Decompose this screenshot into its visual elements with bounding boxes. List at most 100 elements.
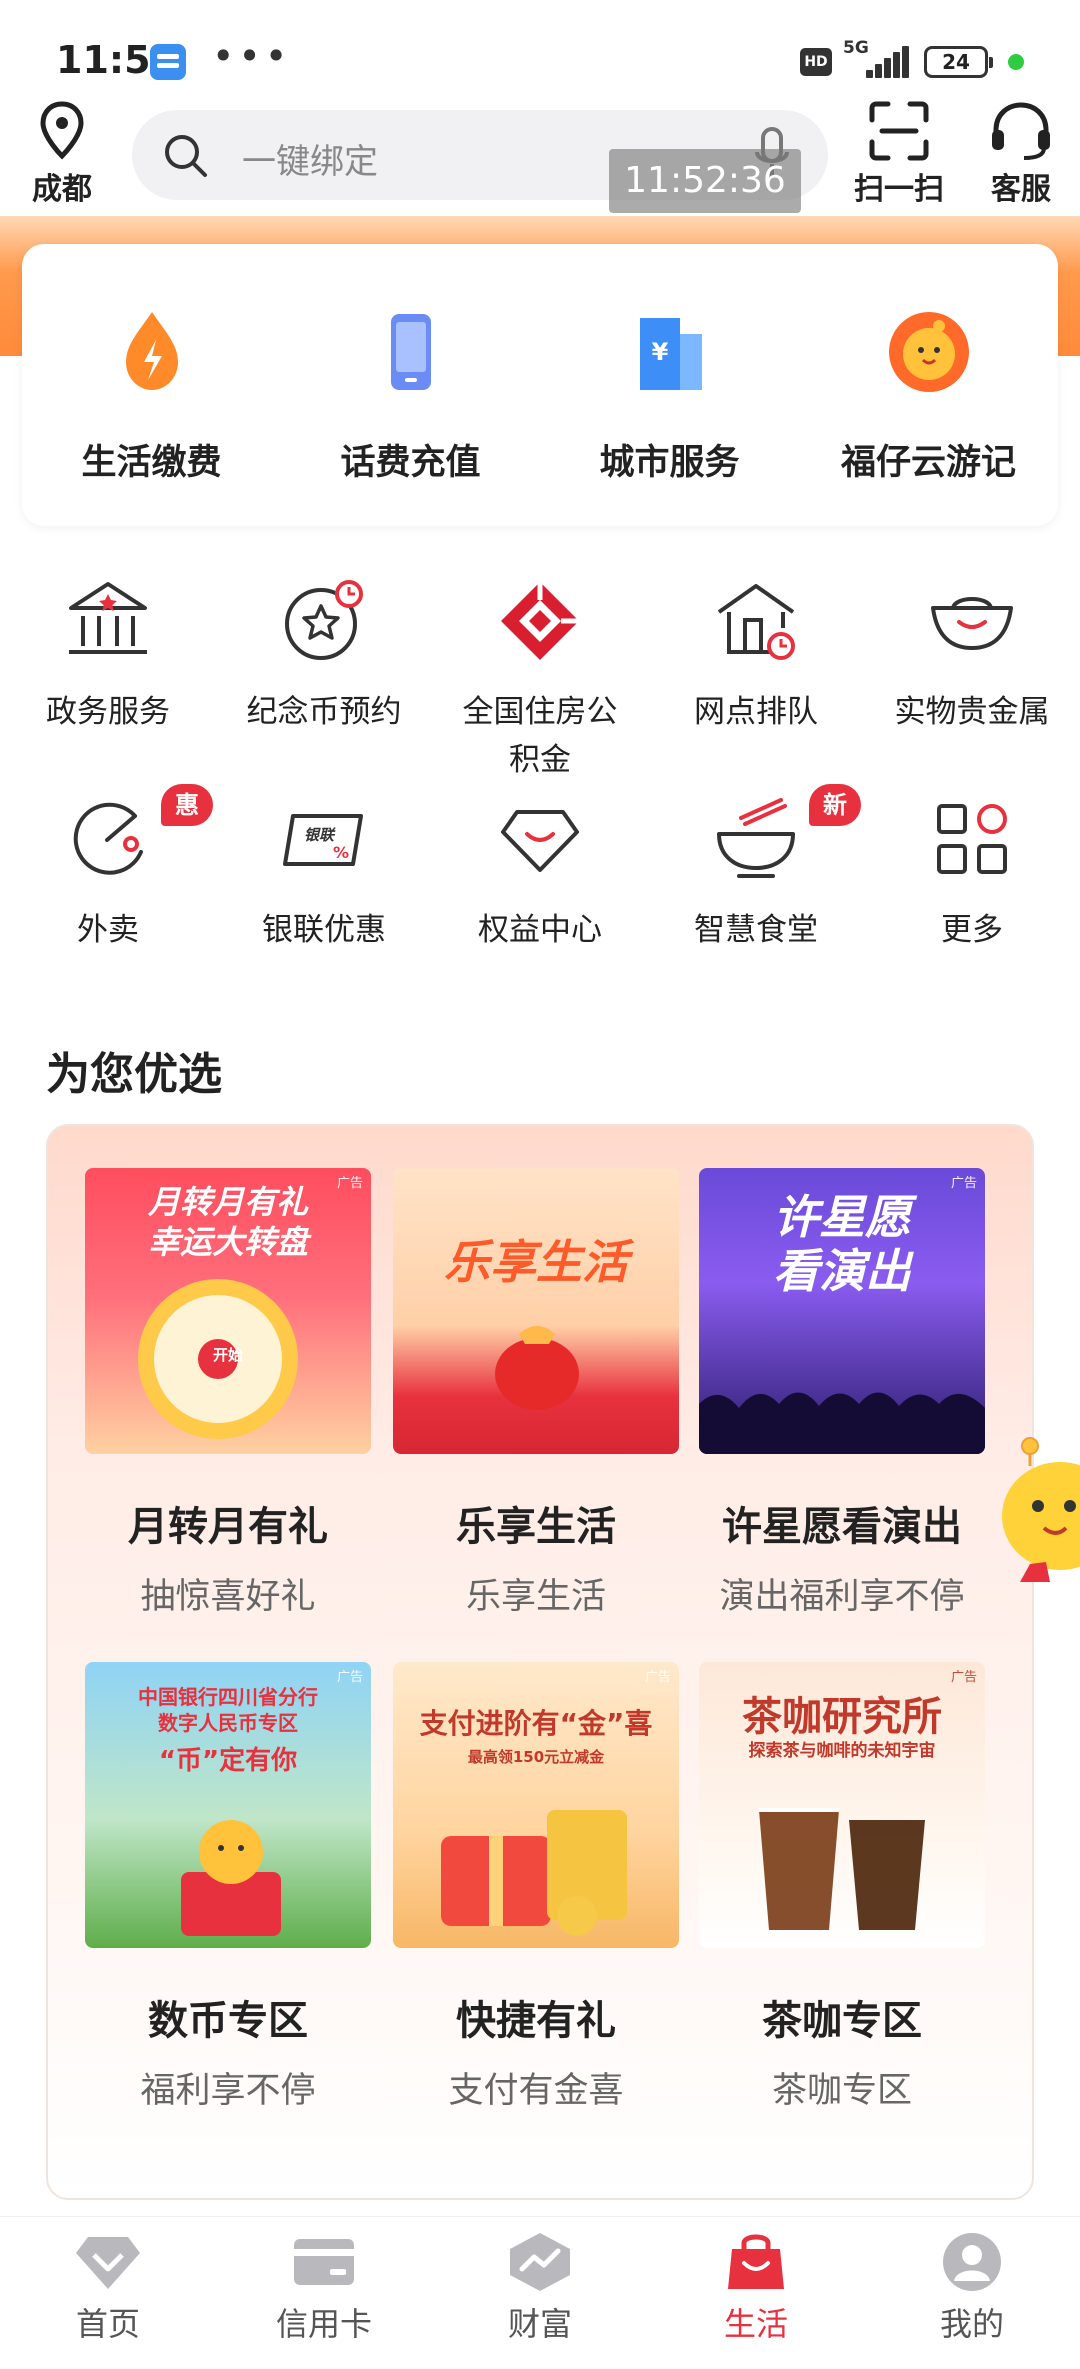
quick-service-utility-payment[interactable]: 生活缴费 xyxy=(22,304,281,485)
promo-title: 快捷有礼 xyxy=(456,1998,616,2044)
promo-image: 广告 月转月有礼 幸运大转盘 开始 xyxy=(85,1168,371,1454)
mascot-icon xyxy=(888,312,969,392)
promo-image: 广告 中国银行四川省分行 数字人民币专区 “币”定有你 xyxy=(85,1662,371,1948)
mascot-gift-icon xyxy=(181,1820,281,1936)
grid-icon xyxy=(937,804,1007,874)
customer-service-label: 客服 xyxy=(991,172,1051,207)
more-notifications-icon: ••• xyxy=(212,34,292,78)
diamond-icon xyxy=(501,810,579,872)
service-label: 银联优惠 xyxy=(262,912,386,948)
lucky-bag-icon xyxy=(495,1326,579,1410)
service-label: 实物贵金属 xyxy=(894,694,1050,730)
promo-subtitle: 茶咖专区 xyxy=(771,2071,912,2111)
user-avatar-icon xyxy=(943,2233,1001,2291)
scan-icon xyxy=(869,101,929,161)
service-government[interactable]: 政务服务 xyxy=(0,576,216,736)
building-icon: ¥ xyxy=(639,318,702,390)
service-more[interactable]: 更多 xyxy=(864,794,1080,954)
phone-icon xyxy=(390,314,431,390)
diamond-home-icon xyxy=(76,2237,140,2289)
quick-service-mascot-tour[interactable]: 福仔云游记 xyxy=(799,304,1058,485)
status-bar: 11:52 ••• HD 5G 24 xyxy=(0,0,1080,110)
service-label: 全国住房公积金 xyxy=(462,694,618,778)
wealth-chart-icon xyxy=(510,2233,570,2291)
service-takeout[interactable]: 惠 外卖 xyxy=(0,784,216,954)
service-benefits-center[interactable]: 权益中心 xyxy=(432,794,648,954)
promo-image: 广告 许星愿 看演出 xyxy=(699,1168,985,1454)
promo-card: 广告 月转月有礼 幸运大转盘 开始 月转月有礼 抽惊喜好礼 乐享生活 乐享生活 … xyxy=(46,1124,1034,2200)
quick-service-phone-recharge[interactable]: 话费充值 xyxy=(281,304,540,485)
svg-text:银联: 银联 xyxy=(304,826,336,844)
location-pin-icon xyxy=(40,101,84,160)
nav-credit-card[interactable]: 信用卡 xyxy=(216,2231,432,2345)
bottom-nav: 首页 信用卡 财富 生活 我的 xyxy=(0,2216,1080,2369)
service-housing-fund[interactable]: 全国住房公积金 xyxy=(432,576,648,784)
promo-image: 乐享生活 xyxy=(393,1168,679,1454)
nav-label: 我的 xyxy=(939,2305,1004,2343)
section-title: 为您优选 xyxy=(46,1049,222,1100)
service-precious-metals[interactable]: 实物贵金属 xyxy=(864,576,1080,736)
shopping-bag-icon xyxy=(728,2234,784,2289)
promo-title: 月转月有礼 xyxy=(128,1504,328,1550)
discount-badge: 惠 xyxy=(161,784,213,826)
nav-mine[interactable]: 我的 xyxy=(864,2231,1080,2345)
hd-icon: HD xyxy=(800,48,832,76)
quick-service-label: 话费充值 xyxy=(340,443,481,483)
service-coin-reservation[interactable]: 纪念币预约 xyxy=(216,576,432,736)
bowl-icon xyxy=(717,798,795,878)
promo-concert[interactable]: 广告 许星愿 看演出 许星愿看演出 演出福利享不停 xyxy=(692,1168,992,1619)
service-label: 外卖 xyxy=(77,912,139,948)
promo-tea-coffee[interactable]: 广告 茶咖研究所 探索茶与咖啡的未知宇宙 茶咖专区 茶咖专区 xyxy=(692,1662,992,2113)
promo-title: 许星愿看演出 xyxy=(722,1504,962,1550)
promo-enjoy-life[interactable]: 乐享生活 乐享生活 乐享生活 xyxy=(386,1168,686,1619)
promo-image: 广告 茶咖研究所 探索茶与咖啡的未知宇宙 xyxy=(699,1662,985,1948)
promo-subtitle: 支付有金喜 xyxy=(448,2071,624,2111)
promo-title: 茶咖专区 xyxy=(762,1998,922,2044)
headset-icon xyxy=(992,102,1050,160)
promo-digital-currency[interactable]: 广告 中国银行四川省分行 数字人民币专区 “币”定有你 数币专区 福利享不停 xyxy=(78,1662,378,2113)
promo-subtitle: 福利享不停 xyxy=(140,2071,316,2111)
nav-wealth[interactable]: 财富 xyxy=(432,2231,648,2345)
unionpay-card-icon: 银联 % xyxy=(283,814,363,866)
crowd-silhouette-icon xyxy=(699,1392,985,1454)
customer-service-button[interactable]: 客服 xyxy=(966,100,1076,208)
takeout-icon xyxy=(73,802,143,875)
search-icon xyxy=(165,135,207,177)
nav-home[interactable]: 首页 xyxy=(0,2231,216,2345)
quick-service-city-services[interactable]: ¥ 城市服务 xyxy=(540,304,799,485)
search-input[interactable]: 一键绑定 xyxy=(242,134,378,183)
signal-icon xyxy=(866,46,912,78)
gold-ingot-icon xyxy=(931,597,1013,650)
floating-mascot-icon[interactable] xyxy=(1000,1436,1080,1586)
scan-button[interactable]: 扫一扫 xyxy=(844,100,954,208)
quick-service-label: 生活缴费 xyxy=(81,443,222,483)
service-label: 纪念币预约 xyxy=(246,694,402,730)
flame-drop-icon xyxy=(125,312,178,390)
header: 成都 一键绑定 扫一扫 客服 xyxy=(0,100,1080,220)
coin-clock-icon xyxy=(285,580,363,660)
promo-title: 乐享生活 xyxy=(456,1504,616,1550)
service-label: 更多 xyxy=(941,912,1003,948)
svg-text:%: % xyxy=(333,843,349,862)
promo-monthly-gift[interactable]: 广告 月转月有礼 幸运大转盘 开始 月转月有礼 抽惊喜好礼 xyxy=(78,1168,378,1619)
quick-service-label: 福仔云游记 xyxy=(840,443,1016,483)
promo-subtitle: 演出福利享不停 xyxy=(719,1577,965,1617)
service-branch-queue[interactable]: 网点排队 xyxy=(648,576,864,736)
service-label: 政务服务 xyxy=(46,694,170,730)
promo-title: 数币专区 xyxy=(148,1998,308,2044)
scan-label: 扫一扫 xyxy=(854,172,944,207)
nav-label: 信用卡 xyxy=(275,2305,372,2343)
housing-fund-icon xyxy=(501,582,579,660)
iced-coffee-icon xyxy=(759,1808,925,1930)
service-label: 智慧食堂 xyxy=(694,912,818,948)
promo-quick-pay[interactable]: 广告 支付进阶有“金”喜 最高领150元立减金 快捷有礼 支付有金喜 xyxy=(386,1662,686,2113)
svg-text:¥: ¥ xyxy=(651,338,668,366)
service-label: 网点排队 xyxy=(694,694,818,730)
service-unionpay-offers[interactable]: 银联 % 银联优惠 xyxy=(216,794,432,954)
location-button[interactable]: 成都 xyxy=(22,100,102,208)
location-label: 成都 xyxy=(32,172,92,207)
app-notification-icon xyxy=(150,44,186,80)
nav-life[interactable]: 生活 xyxy=(648,2231,864,2345)
service-smart-canteen[interactable]: 新 智慧食堂 xyxy=(648,784,864,954)
promo-subtitle: 抽惊喜好礼 xyxy=(140,1577,316,1617)
